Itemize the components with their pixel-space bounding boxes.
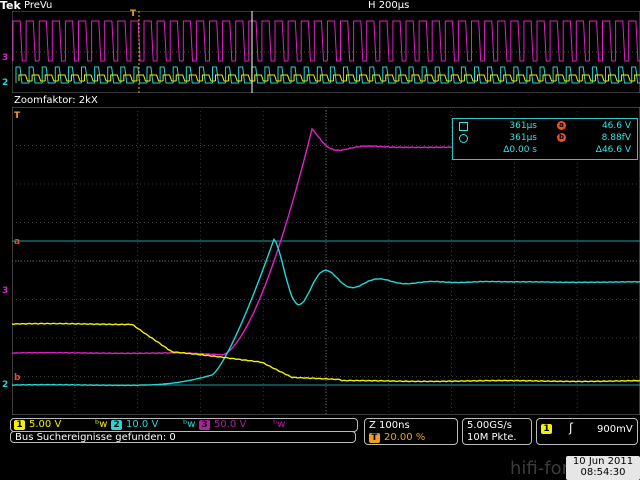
ch1-bandwidth-icon: ᵇw xyxy=(95,419,108,430)
rising-edge-icon: ʃ xyxy=(569,421,574,435)
acquisition-mode: PreVu xyxy=(24,0,53,11)
ch3-marker: 3 xyxy=(2,286,9,296)
date: 10 Jun 2011 xyxy=(572,456,634,467)
ch2-overview-marker: 2 xyxy=(2,78,9,88)
ch1-badge[interactable]: 1 xyxy=(14,420,25,430)
overview-waveform-strip[interactable] xyxy=(12,11,640,93)
cursor-b-value: 8.88fV xyxy=(601,133,631,143)
ch1-scale: 5.00 V xyxy=(29,419,62,430)
ch2-badge[interactable]: 2 xyxy=(111,420,122,430)
square-cursor-icon xyxy=(459,122,468,131)
zoom-time: Z 100ns xyxy=(369,420,410,431)
ch3-bandwidth-icon: ᵇw xyxy=(273,419,286,430)
record-length: 10M Pkte. xyxy=(467,432,517,443)
sample-rate: 5.00GS/s xyxy=(467,420,512,431)
cursor-readout: 361µs a 46.6 V 361µs b 8.88fV Δ0.00 s Δ4… xyxy=(452,118,638,160)
cursor2-time: 361µs xyxy=(509,133,537,143)
cursor-a-marker[interactable]: a xyxy=(14,237,20,247)
trigger-marker[interactable]: T xyxy=(14,111,20,121)
delta-time: Δ0.00 s xyxy=(503,145,537,155)
badge-a: a xyxy=(557,121,566,130)
delta-value: Δ46.6 V xyxy=(595,145,631,155)
ch2-marker: 2 xyxy=(2,380,9,390)
zoom-factor-label: Zoomfaktor: 2kX xyxy=(14,95,98,106)
time: 08:54:30 xyxy=(580,467,626,478)
cursor-a-value: 46.6 V xyxy=(601,121,631,131)
bus-message: Bus Suchereignisse gefunden: 0 xyxy=(10,431,356,443)
ch2-scale: 10.0 V xyxy=(126,419,159,430)
trigger-panel[interactable]: 1 ʃ 900mV xyxy=(536,418,638,445)
trigger-position-marker[interactable]: T xyxy=(130,9,136,19)
trigger-pos-icon: T xyxy=(369,433,380,443)
channel-scale-panel[interactable]: 1 5.00 V ᵇw 2 10.0 V ᵇw 3 50.0 V ᵇw xyxy=(10,418,358,432)
datetime-stamp: 10 Jun 2011 08:54:30 xyxy=(566,456,640,480)
acquisition-panel[interactable]: 5.00GS/s 10M Pkte. xyxy=(462,418,532,445)
cursor1-time: 361µs xyxy=(509,121,537,131)
trigger-level: 900mV xyxy=(597,424,633,435)
ch3-overview-marker: 3 xyxy=(2,53,9,63)
horizontal-scale[interactable]: H 200µs xyxy=(368,0,409,11)
circle-cursor-icon xyxy=(459,134,468,143)
trigger-channel-badge: 1 xyxy=(541,424,552,434)
ch2-bandwidth-icon: ᵇw xyxy=(183,419,196,430)
zoom-time-panel[interactable]: Z 100ns T 20.00 % xyxy=(364,418,458,445)
ch3-scale: 50.0 V xyxy=(214,419,247,430)
ch3-badge[interactable]: 3 xyxy=(199,420,210,430)
badge-b: b xyxy=(557,133,566,142)
cursor-b-marker[interactable]: b xyxy=(14,373,20,383)
trigger-position: 20.00 % xyxy=(384,432,426,443)
